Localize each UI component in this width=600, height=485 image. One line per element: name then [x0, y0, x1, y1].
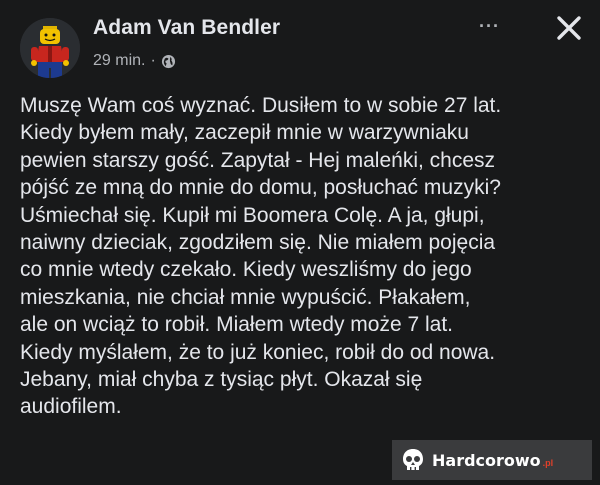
- watermark-suffix: .pl: [542, 458, 554, 468]
- avatar[interactable]: [20, 18, 80, 78]
- skull-logo-icon: [403, 449, 423, 470]
- close-icon: [557, 16, 581, 40]
- close-button[interactable]: [553, 12, 585, 44]
- more-options-button[interactable]: ···: [479, 16, 500, 37]
- lego-figure-avatar-icon: [20, 18, 80, 78]
- post-time[interactable]: 29 min.: [93, 52, 145, 70]
- watermark-logo: Hardcorowo .pl: [392, 440, 592, 480]
- post-meta: 29 min. ·: [93, 52, 176, 70]
- author-name[interactable]: Adam Van Bendler: [93, 16, 280, 40]
- meta-separator: ·: [150, 52, 156, 69]
- post-text: Muszę Wam coś wyznać. Dusiłem to w sobie…: [20, 94, 502, 419]
- globe-icon[interactable]: [161, 54, 176, 69]
- watermark-text: Hardcorowo: [432, 450, 541, 470]
